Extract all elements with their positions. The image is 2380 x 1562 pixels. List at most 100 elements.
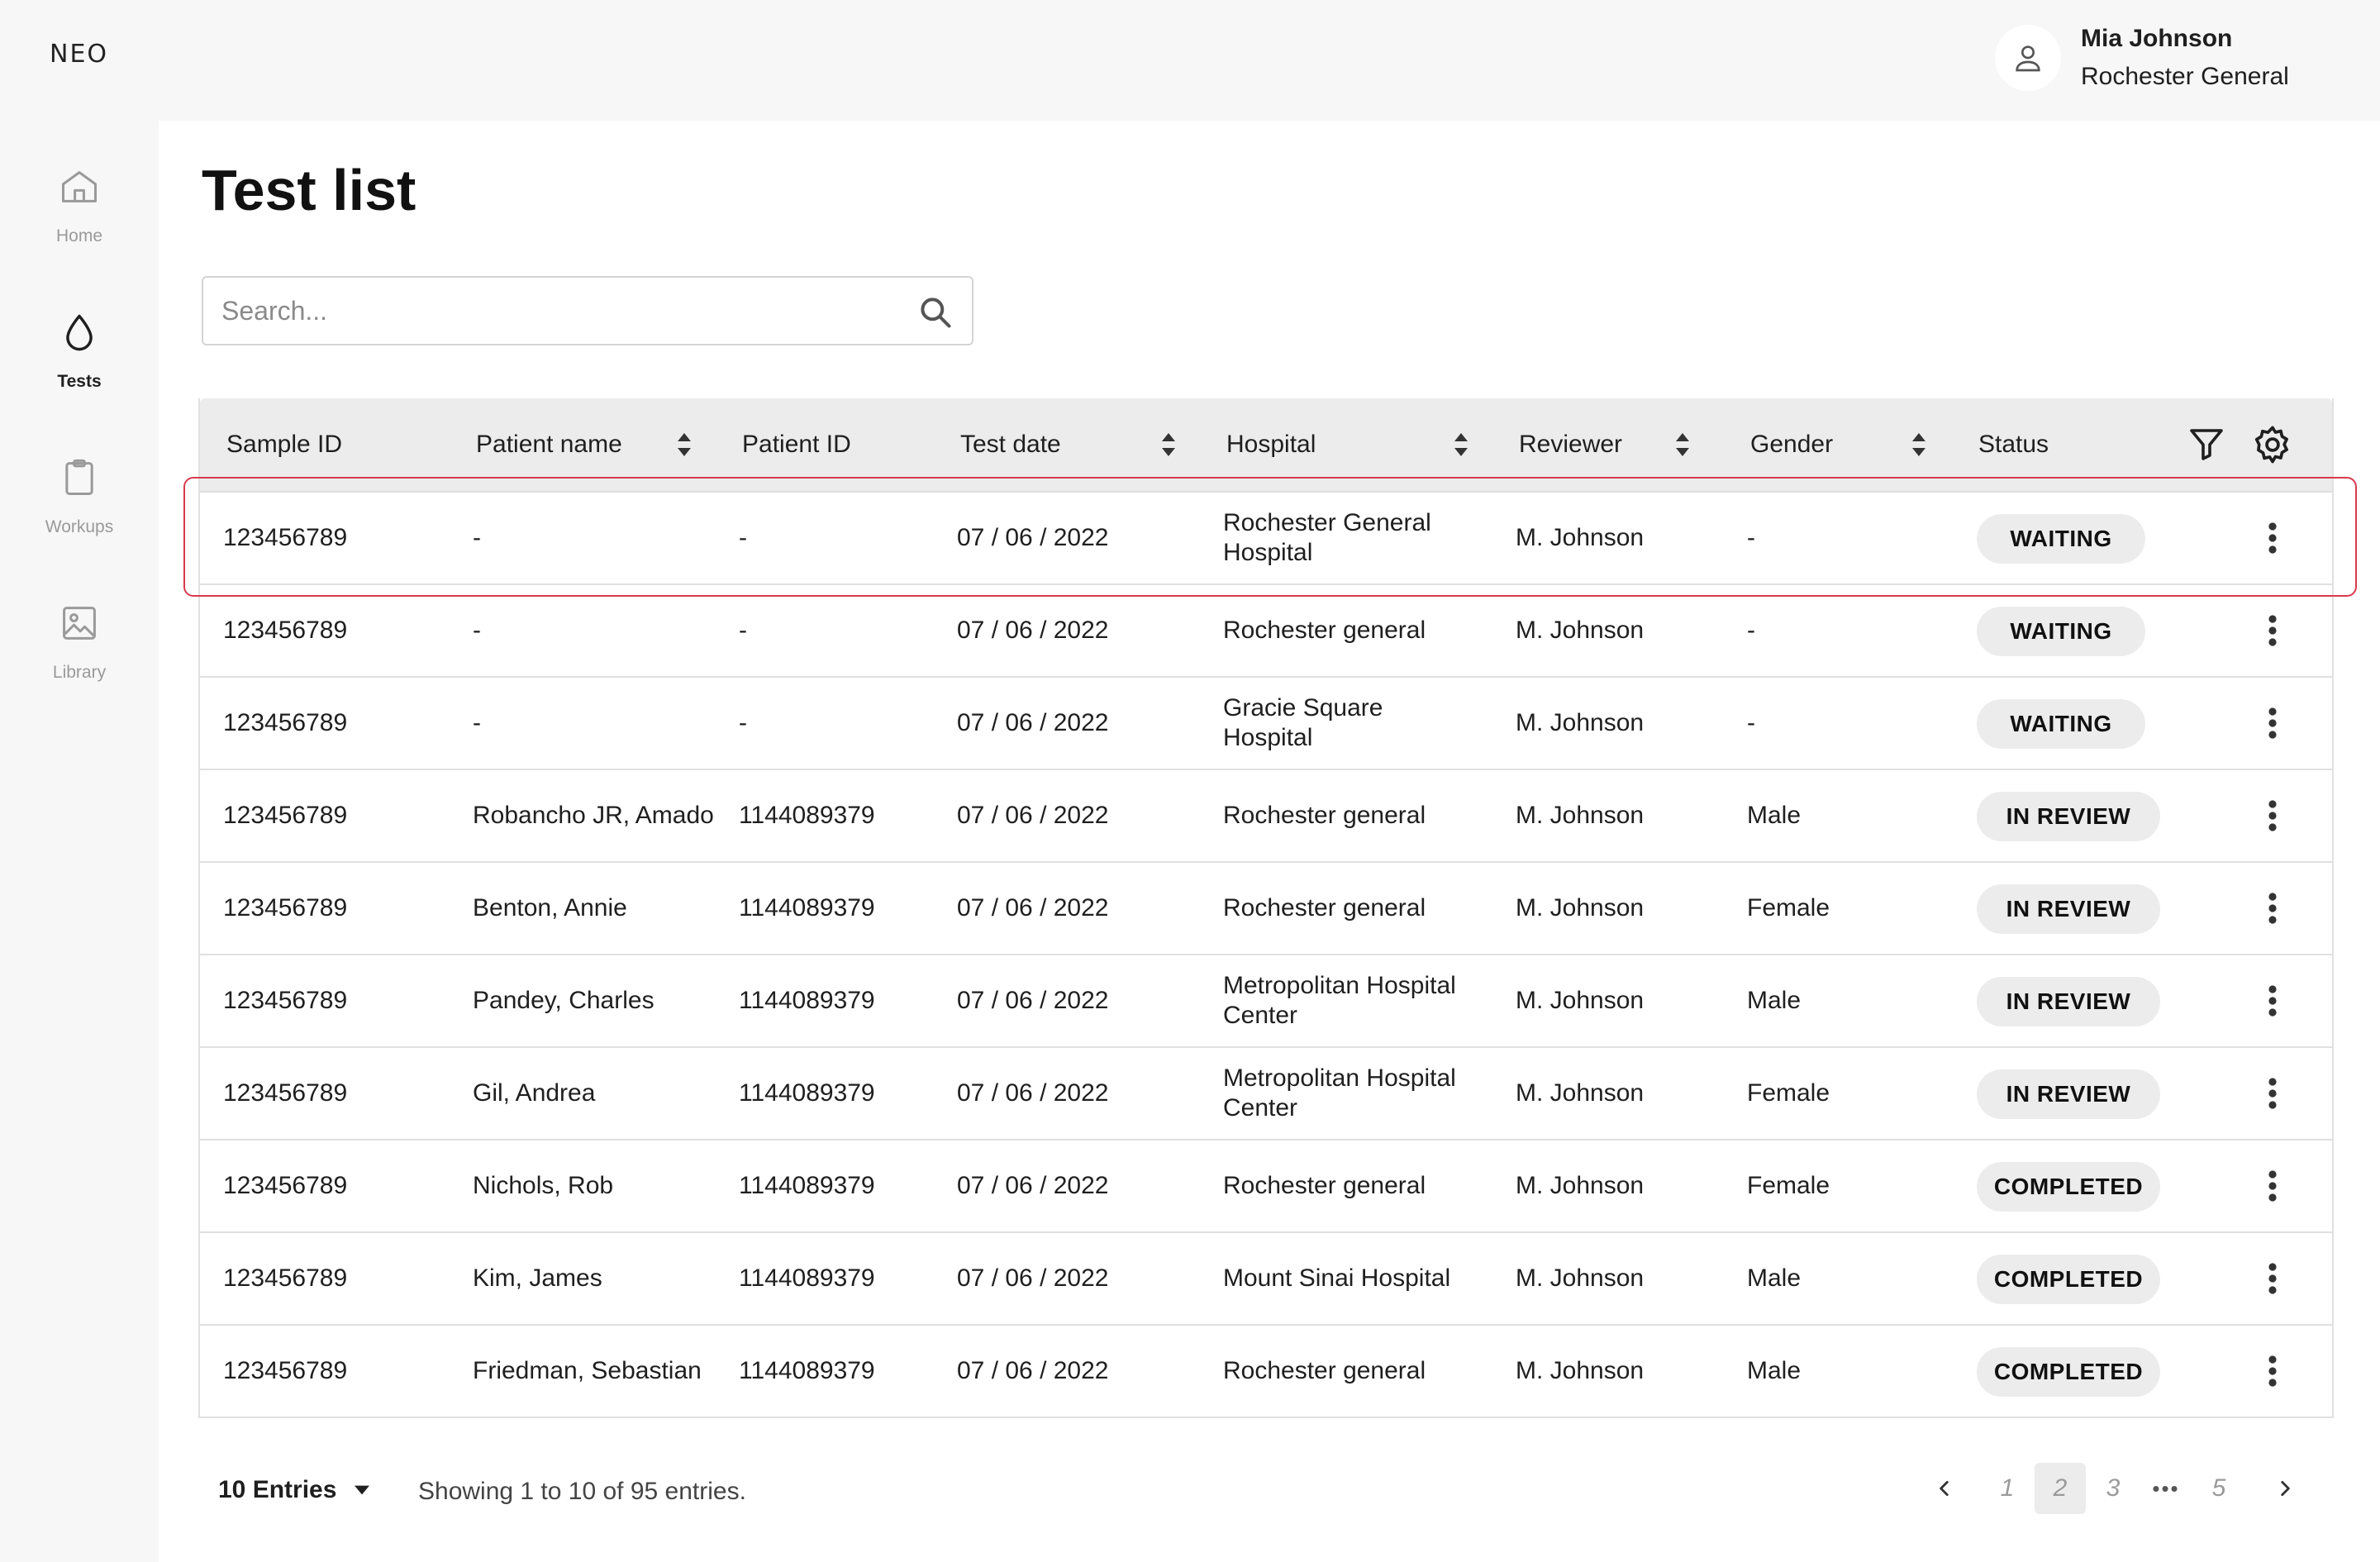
cell-patient-id: 1144089379 xyxy=(739,1357,875,1384)
more-vertical-icon xyxy=(2268,893,2277,924)
sort-icon[interactable] xyxy=(1160,431,1177,458)
column-header-sample-id: Sample ID xyxy=(226,431,343,458)
cell-gender: Male xyxy=(1747,802,1802,829)
cell-test-date: 07 / 06 / 2022 xyxy=(957,894,1109,921)
status-badge: IN REVIEW xyxy=(1977,792,2160,841)
row-actions-button[interactable] xyxy=(2256,1350,2289,1392)
cell-reviewer: M. Johnson xyxy=(1516,987,1645,1014)
cell-patient-id: 1144089379 xyxy=(739,1264,875,1292)
more-vertical-icon xyxy=(2268,615,2277,646)
user-organization: Rochester General xyxy=(2081,63,2289,90)
cell-patient-id: - xyxy=(739,524,747,551)
table-row[interactable]: 123456789 - - 07 / 06 / 2022 Gracie Square H… xyxy=(200,676,2332,769)
table-row[interactable]: 123456789 - - 07 / 06 / 2022 Rochester Gener… xyxy=(200,491,2332,583)
cell-sample-id: 123456789 xyxy=(223,524,348,551)
cell-test-date: 07 / 06 / 2022 xyxy=(957,1264,1109,1292)
cell-test-date: 07 / 06 / 2022 xyxy=(957,1172,1109,1199)
cell-patient-name: - xyxy=(473,617,481,644)
cell-gender: - xyxy=(1747,524,1755,551)
row-actions-button[interactable] xyxy=(2256,1258,2289,1299)
gear-icon[interactable] xyxy=(2251,423,2294,466)
column-header-test-date[interactable]: Test date xyxy=(960,398,1061,491)
more-vertical-icon xyxy=(2268,1263,2277,1294)
cell-test-date: 07 / 06 / 2022 xyxy=(957,524,1109,551)
sort-icon[interactable] xyxy=(1911,431,1927,458)
row-actions-button[interactable] xyxy=(2256,1073,2289,1114)
chevron-right-icon xyxy=(2281,1481,2290,1496)
row-actions-button[interactable] xyxy=(2256,1165,2289,1207)
cell-reviewer: M. Johnson xyxy=(1516,802,1645,829)
page-button-3[interactable]: 3 xyxy=(2087,1463,2139,1514)
cell-sample-id: 123456789 xyxy=(223,1357,348,1384)
table-row[interactable]: 123456789 Kim, James 1144089379 07 / 06 / 2… xyxy=(200,1231,2332,1324)
user-avatar[interactable] xyxy=(1995,25,2061,91)
row-actions-button[interactable] xyxy=(2256,888,2289,929)
cell-patient-name: - xyxy=(473,524,481,551)
page-button-2[interactable]: 2 xyxy=(2035,1463,2086,1514)
cell-hospital: Rochester general xyxy=(1223,1172,1426,1199)
status-badge: WAITING xyxy=(1977,514,2145,564)
page-button-1[interactable]: 1 xyxy=(1982,1463,2033,1514)
drop-icon xyxy=(55,307,104,357)
search-box xyxy=(202,276,973,345)
app-logo[interactable]: NEO xyxy=(50,40,108,69)
table-row[interactable]: 123456789 Benton, Annie 1144089379 07 / 06 … xyxy=(200,861,2332,954)
column-header-reviewer[interactable]: Reviewer xyxy=(1519,398,1622,491)
cell-patient-name: Kim, James xyxy=(473,1264,602,1292)
home-icon xyxy=(55,162,104,212)
more-vertical-icon xyxy=(2268,707,2277,739)
cell-sample-id: 123456789 xyxy=(223,709,348,736)
cell-hospital: Mount Sinai Hospital xyxy=(1223,1264,1451,1292)
table-row[interactable]: 123456789 Pandey, Charles 1144089379 07 / 0… xyxy=(200,954,2332,1046)
image-icon xyxy=(55,598,104,648)
sort-icon[interactable] xyxy=(1453,431,1469,458)
sidebar-item-library[interactable]: Library xyxy=(0,598,159,714)
cell-gender: - xyxy=(1747,617,1755,644)
cell-patient-id: 1144089379 xyxy=(739,802,875,829)
cell-test-date: 07 / 06 / 2022 xyxy=(957,709,1109,736)
table-row[interactable]: 123456789 Nichols, Rob 1144089379 07 / 06 /… xyxy=(200,1139,2332,1231)
sort-icon[interactable] xyxy=(1674,431,1691,458)
sort-icon[interactable] xyxy=(676,431,693,458)
status-badge: WAITING xyxy=(1977,699,2145,749)
column-header-status: Status xyxy=(1978,431,2049,458)
cell-hospital: Gracie Square Hospital xyxy=(1223,694,1383,751)
row-actions-button[interactable] xyxy=(2256,795,2289,836)
cell-reviewer: M. Johnson xyxy=(1516,1172,1645,1199)
column-header-gender[interactable]: Gender xyxy=(1750,398,1833,491)
table-row[interactable]: 123456789 Friedman, Sebastian 1144089379 07… xyxy=(200,1324,2332,1417)
cell-hospital: Rochester general xyxy=(1223,617,1426,644)
more-vertical-icon xyxy=(2268,985,2277,1017)
search-icon[interactable] xyxy=(917,294,954,331)
row-actions-button[interactable] xyxy=(2256,702,2289,744)
next-page-button[interactable] xyxy=(2259,1463,2311,1514)
search-input[interactable] xyxy=(221,289,899,332)
sidebar-item-workups[interactable]: Workups xyxy=(0,453,159,569)
top-bar: NEO Mia Johnson Rochester General xyxy=(0,0,2380,121)
sidebar-item-label: Tests xyxy=(57,372,102,391)
row-actions-button[interactable] xyxy=(2256,980,2289,1021)
cell-sample-id: 123456789 xyxy=(223,802,348,829)
status-badge: IN REVIEW xyxy=(1977,1069,2160,1119)
column-header-hospital[interactable]: Hospital xyxy=(1226,398,1316,491)
cell-reviewer: M. Johnson xyxy=(1516,709,1645,736)
sidebar-item-home[interactable]: Home xyxy=(0,162,159,278)
column-header-patient-name[interactable]: Patient name xyxy=(476,398,622,491)
filter-icon[interactable] xyxy=(2187,423,2226,464)
cell-gender: Male xyxy=(1747,1357,1802,1384)
cell-test-date: 07 / 06 / 2022 xyxy=(957,987,1109,1014)
cell-gender: - xyxy=(1747,709,1755,736)
entries-select[interactable]: 10 Entries xyxy=(218,1476,370,1504)
sidebar-item-tests[interactable]: Tests xyxy=(0,307,159,423)
previous-page-button[interactable] xyxy=(1919,1463,1970,1514)
page-button-5[interactable]: 5 xyxy=(2193,1463,2244,1514)
sidebar: Home Tests Workups Library xyxy=(0,121,159,1562)
table-row[interactable]: 123456789 Robancho JR, Amado 1144089379 07 … xyxy=(200,769,2332,861)
cell-sample-id: 123456789 xyxy=(223,617,348,644)
more-vertical-icon xyxy=(2268,1170,2277,1202)
table-row[interactable]: 123456789 - - 07 / 06 / 2022 Rochester gener… xyxy=(200,583,2332,676)
table-row[interactable]: 123456789 Gil, Andrea 1144089379 07 / 06 / … xyxy=(200,1046,2332,1139)
row-actions-button[interactable] xyxy=(2256,517,2289,559)
sidebar-item-label: Home xyxy=(55,226,103,245)
row-actions-button[interactable] xyxy=(2256,610,2289,651)
